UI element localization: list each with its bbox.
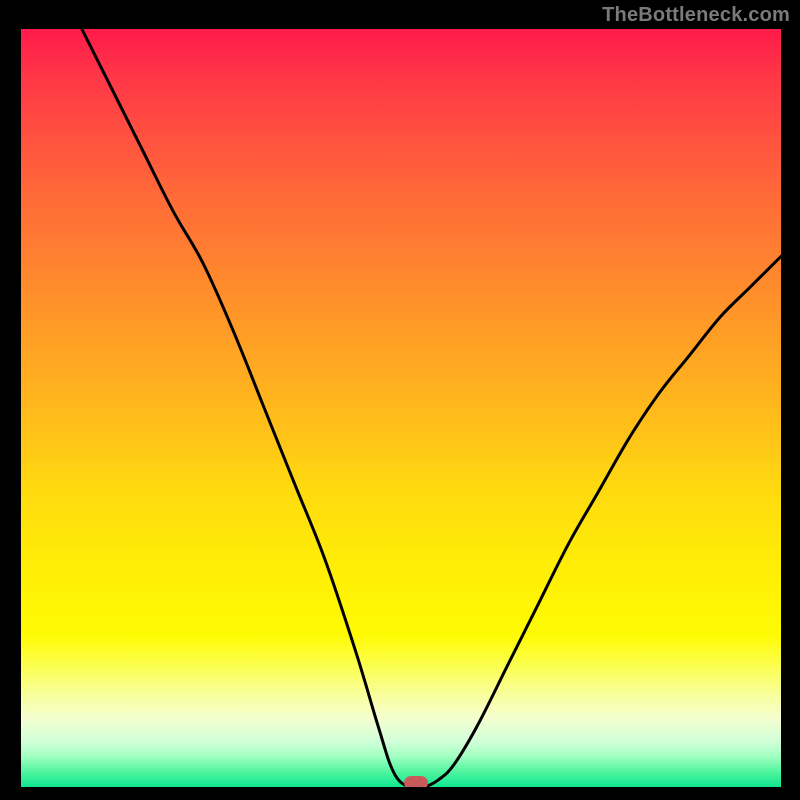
plot-area [21,29,781,787]
watermark-text: TheBottleneck.com [602,4,790,27]
optimum-marker [404,776,428,787]
chart-frame: TheBottleneck.com [0,0,800,800]
bottleneck-curve [82,29,781,787]
curve-svg [21,29,781,787]
